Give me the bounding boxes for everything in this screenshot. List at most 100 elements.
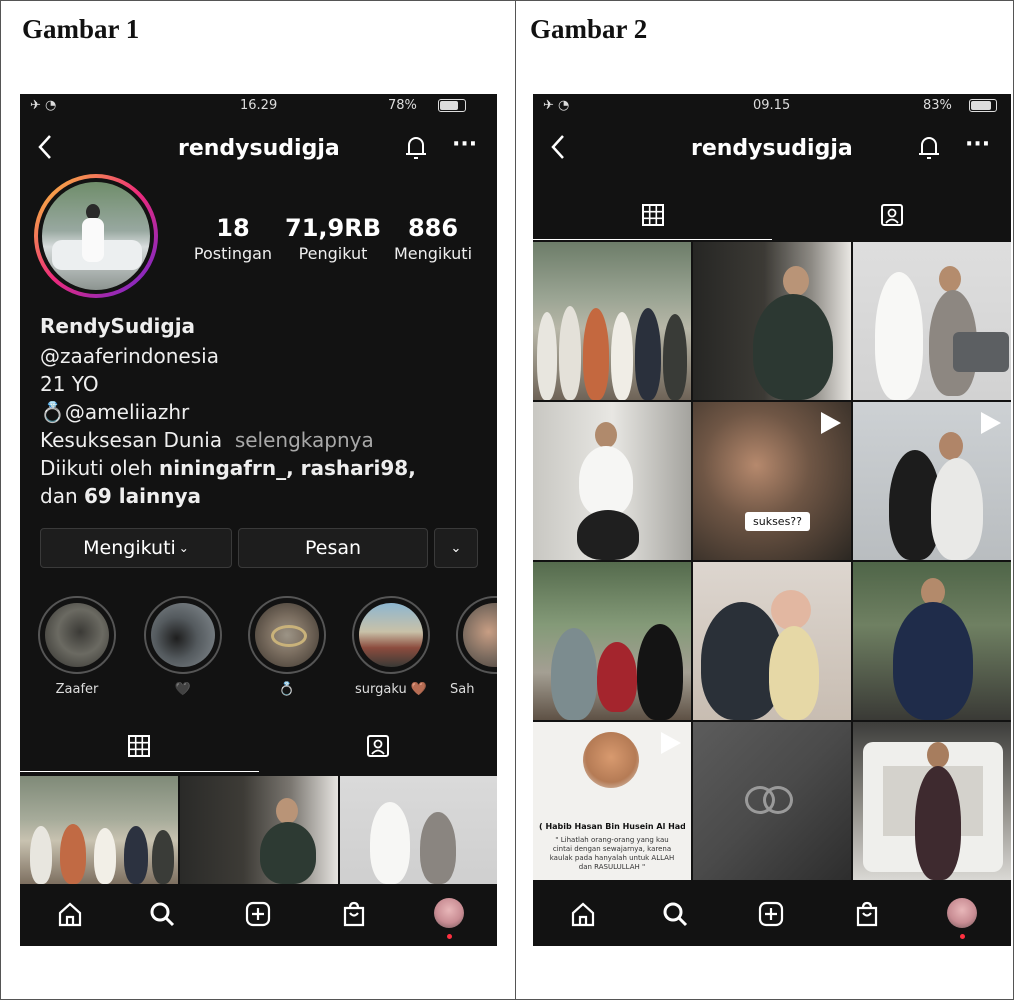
profile-avatar[interactable] [434, 898, 464, 928]
home-icon[interactable] [56, 900, 84, 928]
message-button-label: Pesan [304, 537, 362, 559]
grid-icon [128, 734, 151, 757]
post-thumbnail-5[interactable]: sukses?? [693, 402, 851, 560]
followed-by-count[interactable]: 69 lainnya [84, 484, 201, 508]
posts-label: Postingan [193, 244, 273, 263]
battery-percent: 78% [388, 98, 417, 113]
post-thumbnail-3[interactable] [340, 776, 497, 884]
chevron-down-icon: ⌄ [178, 541, 189, 555]
reel-play-icon [661, 732, 681, 754]
search-icon[interactable] [661, 900, 689, 928]
post-thumbnail-2[interactable] [180, 776, 338, 884]
highlight-2[interactable] [144, 596, 222, 674]
tab-posts-grid[interactable] [20, 720, 259, 772]
followed-by-line-2[interactable]: dan 69 lainnya [40, 484, 201, 508]
shop-icon[interactable] [340, 900, 368, 928]
post-thumbnail-1[interactable] [533, 242, 691, 400]
profile-avatar [42, 182, 150, 290]
highlight-sah[interactable] [456, 596, 497, 674]
profile-tabs [20, 720, 497, 772]
battery-percent: 83% [923, 98, 952, 113]
sticker-text: sukses?? [745, 512, 810, 531]
highlight-label: Sah [450, 682, 475, 697]
profile-display-name: RendySudigja [40, 314, 196, 338]
post-thumbnail-7[interactable] [533, 562, 691, 720]
highlight-3[interactable] [248, 596, 326, 674]
highlight-label: 🖤 [174, 682, 192, 697]
phone-screenshot-feed: ✈ ︎◔ 09.15 83% rendysudigja ··· sukses??… [533, 94, 1011, 946]
post-thumbnail-3[interactable] [853, 242, 1011, 400]
reel-play-icon [981, 412, 1001, 434]
profile-username: rendysudigja [178, 136, 340, 161]
highlight-label: surgaku 🤎 [354, 682, 428, 697]
suggested-accounts-button[interactable]: ⌄ [434, 528, 478, 568]
post-thumbnail-8[interactable] [693, 562, 851, 720]
tagged-icon [366, 735, 389, 757]
bottom-nav [533, 884, 1011, 946]
battery-icon [969, 99, 997, 112]
bio-mention[interactable]: @ameliiazhr [65, 400, 189, 424]
chevron-left-icon[interactable] [549, 134, 567, 160]
bio-line-4: Kesuksesan Dunia selengkapnya [40, 428, 374, 452]
caption-left: Gambar 1 [22, 14, 140, 44]
airplane-wifi-icons: ✈ ︎◔ [543, 98, 570, 113]
quote-title: ( Habib Hasan Bin Husein Al Haddad ) [539, 822, 685, 831]
phone-screenshot-profile: ✈ ︎◔ 16.29 78% rendysudigja ··· 18 Posti… [20, 94, 497, 946]
followed-by-names[interactable]: niningafrn_, rashari98, [159, 456, 416, 480]
profile-avatar-ring[interactable] [34, 174, 158, 298]
post-thumbnail-6[interactable] [853, 402, 1011, 560]
post-thumbnail-11[interactable] [693, 722, 851, 880]
more-icon[interactable]: ··· [452, 132, 477, 157]
followers-count[interactable]: 71,9RB [278, 214, 388, 242]
tab-tagged[interactable] [772, 190, 1011, 240]
chevron-left-icon[interactable] [36, 134, 54, 160]
post-thumbnail-12[interactable] [853, 722, 1011, 880]
add-icon[interactable] [244, 900, 272, 928]
search-icon[interactable] [148, 900, 176, 928]
column-divider [515, 0, 516, 1000]
highlight-surgaku[interactable] [352, 596, 430, 674]
tab-tagged[interactable] [259, 720, 498, 772]
followed-by-and: dan [40, 484, 84, 508]
status-bar: ✈ ︎◔ 09.15 83% [533, 94, 1011, 116]
post-thumbnail-10[interactable]: ( Habib Hasan Bin Husein Al Haddad ) " L… [533, 722, 691, 880]
bell-icon[interactable] [917, 134, 941, 162]
post-thumbnail-2[interactable] [693, 242, 851, 400]
status-time: 09.15 [753, 98, 791, 113]
following-button-label: Mengikuti [83, 537, 176, 559]
followed-by-line-1[interactable]: Diikuti oleh niningafrn_, rashari98, [40, 456, 416, 480]
bio-line-2: 21 YO [40, 372, 99, 396]
more-icon[interactable]: ··· [965, 132, 990, 157]
highlight-zaafer[interactable] [38, 596, 116, 674]
following-count[interactable]: 886 [378, 214, 488, 242]
bottom-nav [20, 884, 497, 946]
following-button[interactable]: Mengikuti ⌄ [40, 528, 232, 568]
profile-tabs [533, 190, 1011, 240]
bio-line-3[interactable]: 💍@ameliiazhr [40, 400, 189, 424]
grid-icon [641, 203, 664, 226]
add-icon[interactable] [757, 900, 785, 928]
notification-dot [447, 934, 452, 939]
tagged-icon [880, 204, 903, 226]
bio-line-1[interactable]: @zaaferindonesia [40, 344, 219, 368]
airplane-wifi-icons: ✈ ︎◔ [30, 98, 57, 113]
profile-username: rendysudigja [691, 136, 853, 161]
shop-icon[interactable] [853, 900, 881, 928]
post-thumbnail-1[interactable] [20, 776, 178, 884]
bio-text: Kesuksesan Dunia [40, 428, 223, 452]
profile-avatar[interactable] [947, 898, 977, 928]
tab-posts-grid[interactable] [533, 190, 772, 240]
chevron-down-icon: ⌄ [450, 540, 462, 556]
bell-icon[interactable] [404, 134, 428, 162]
message-button[interactable]: Pesan [238, 528, 428, 568]
ring-icon: 💍 [40, 400, 65, 424]
caption-right: Gambar 2 [530, 14, 648, 44]
home-icon[interactable] [569, 900, 597, 928]
followed-by-prefix: Diikuti oleh [40, 456, 160, 480]
status-time: 16.29 [240, 98, 278, 113]
post-thumbnail-4[interactable] [533, 402, 691, 560]
followers-label[interactable]: Pengikut [278, 244, 388, 263]
see-more-link[interactable]: selengkapnya [235, 428, 374, 452]
post-thumbnail-9[interactable] [853, 562, 1011, 720]
following-label[interactable]: Mengikuti [378, 244, 488, 263]
